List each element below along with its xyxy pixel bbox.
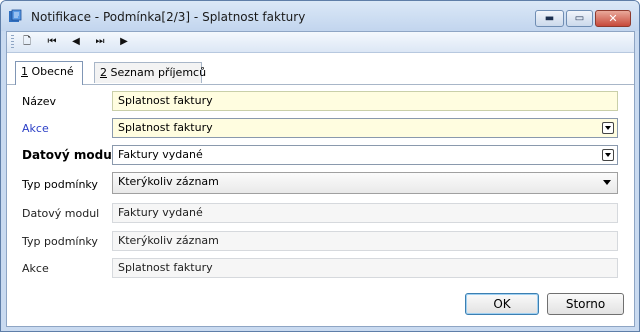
last-record-button[interactable]: ▶ [115, 34, 133, 50]
readonly-datovy-modul-label: Datový modul [22, 207, 100, 220]
datovy-modul-label: Datový modul [22, 148, 116, 162]
typ-podminky-value: Kterýkoliv záznam [118, 175, 219, 188]
tab-seznam-key: 2 [100, 66, 107, 79]
nazev-label: Název [22, 95, 57, 108]
tab-obecne-label: Obecné [28, 65, 74, 78]
tab-strip-line [7, 84, 634, 85]
tab-obecne[interactable]: 1 Obecné [15, 61, 83, 85]
title-bar[interactable]: Notifikace - Podmínka[2/3] - Splatnost f… [1, 1, 639, 31]
first-record-button[interactable]: ⏮ [43, 34, 61, 50]
readonly-akce-label: Akce [22, 262, 49, 275]
previous-record-icon: ◀ [72, 36, 80, 47]
readonly-datovy-modul-field: Faktury vydané [112, 203, 618, 223]
datovy-modul-value: Faktury vydané [118, 148, 203, 161]
next-record-icon: ⏭ [95, 36, 105, 47]
akce-dropdown-icon[interactable] [602, 122, 614, 134]
dialog-window: Notifikace - Podmínka[2/3] - Splatnost f… [0, 0, 640, 332]
tab-seznam-prijemcu[interactable]: 2 Seznam příjemců [94, 62, 206, 83]
window-title: Notifikace - Podmínka[2/3] - Splatnost f… [31, 10, 306, 24]
typ-podminky-select[interactable]: Kterýkoliv záznam [112, 172, 618, 194]
maximize-button[interactable]: ▭ [566, 10, 593, 27]
tab-obecne-key: 1 [21, 65, 28, 78]
toolbar: 🗋 ⏮ ◀ ⏭ ▶ [7, 32, 634, 53]
close-button[interactable]: ✕ [595, 10, 631, 27]
typ-podminky-chevron-down-icon[interactable] [603, 180, 611, 185]
typ-podminky-label: Typ podmínky [22, 178, 98, 191]
app-icon [9, 9, 22, 22]
play-icon: ▶ [120, 36, 128, 47]
datovy-modul-select[interactable]: Faktury vydané [112, 145, 618, 165]
datovy-modul-dropdown-icon[interactable] [602, 149, 614, 161]
first-record-icon: ⏮ [47, 36, 57, 47]
tab-seznam-label: Seznam příjemců [107, 66, 207, 79]
akce-select[interactable]: Splatnost faktury [112, 118, 618, 138]
dialog-content: 🗋 ⏮ ◀ ⏭ ▶ 1 Obecné 2 Seznam příjemců Náz… [6, 31, 635, 327]
minimize-icon: ▬ [544, 13, 555, 24]
toolbar-grip[interactable] [11, 35, 14, 49]
previous-record-button[interactable]: ◀ [67, 34, 85, 50]
readonly-akce-field: Splatnost faktury [112, 258, 618, 278]
akce-label[interactable]: Akce [22, 122, 49, 135]
ok-button[interactable]: OK [465, 293, 539, 315]
nazev-input[interactable]: Splatnost faktury [112, 91, 618, 111]
readonly-typ-podminky-field: Kterýkoliv záznam [112, 231, 618, 251]
new-record-button[interactable]: 🗋 [18, 34, 36, 50]
minimize-button[interactable]: ▬ [535, 10, 564, 27]
new-document-icon: 🗋 [22, 36, 32, 47]
close-icon: ✕ [608, 12, 618, 25]
readonly-typ-podminky-label: Typ podmínky [22, 235, 98, 248]
next-record-button[interactable]: ⏭ [91, 34, 109, 50]
cancel-button[interactable]: Storno [547, 293, 624, 315]
akce-value: Splatnost faktury [118, 121, 213, 134]
maximize-icon: ▭ [574, 13, 585, 24]
